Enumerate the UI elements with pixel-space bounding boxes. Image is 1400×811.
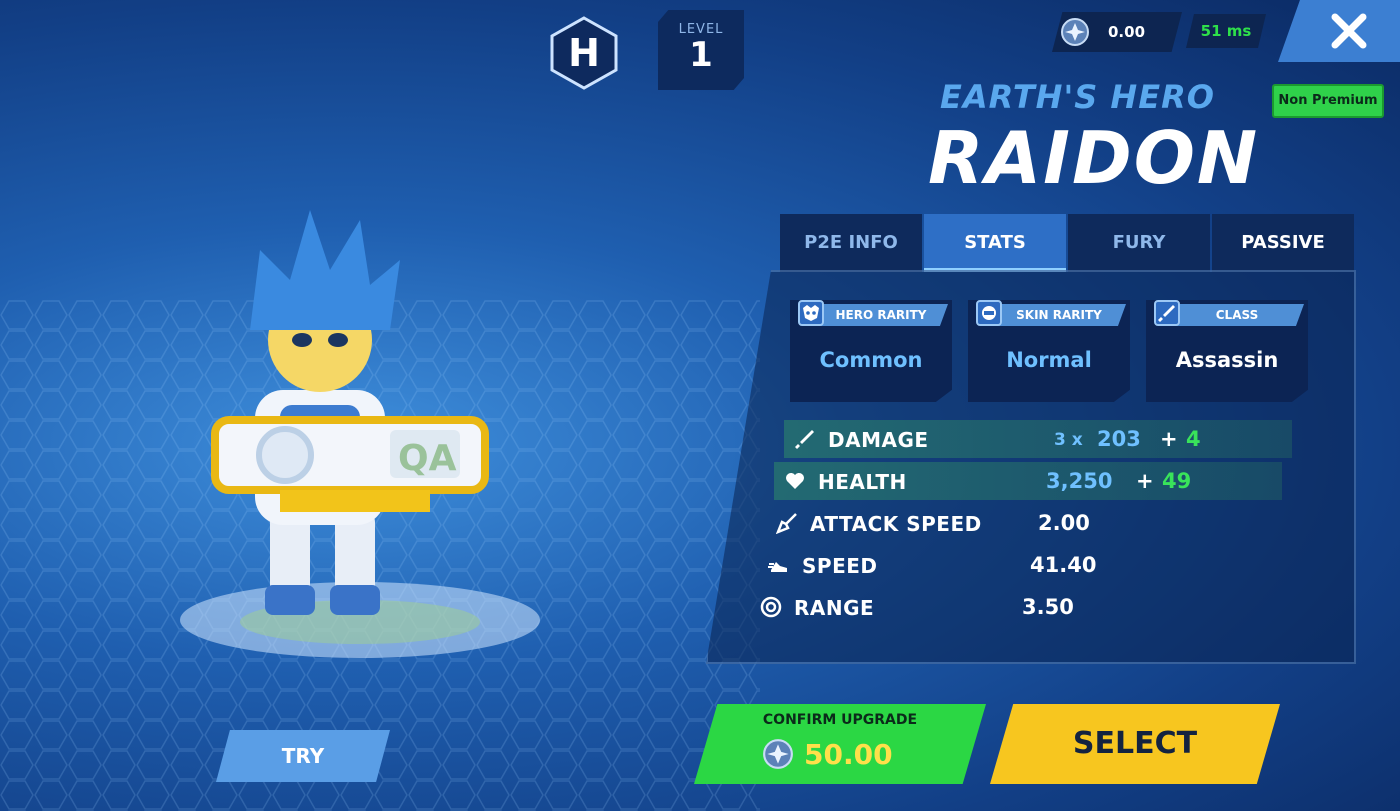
running-shoe-icon [768, 562, 787, 572]
confirm-upgrade-button[interactable]: CONFIRM UPGRADE 50.00 [694, 704, 986, 784]
ping-indicator: 51 ms [1186, 14, 1266, 48]
hero-mask-icon [798, 300, 824, 326]
skin-helmet-icon [976, 300, 1002, 326]
hero-rarity-value: Common [819, 348, 923, 372]
level-value: 1 [689, 35, 713, 75]
stat-row-range: RANGE 3.50 [750, 588, 1258, 626]
hero-rarity-heading: HERO RARITY [814, 304, 948, 326]
health-plus: + [1136, 469, 1154, 493]
tab-p2e-info[interactable]: P2E INFO [780, 214, 922, 272]
skin-rarity-card: SKIN RARITY Normal [968, 300, 1130, 402]
stat-row-health: HEALTH 3,250 + 49 [774, 462, 1282, 500]
attack-speed-value: 2.00 [1038, 511, 1090, 535]
currency-balance: 0.00 [1052, 12, 1182, 52]
stat-row-attack-speed: ATTACK SPEED 2.00 [766, 504, 1274, 542]
rank-letter: H [568, 31, 600, 75]
currency-value: 0.00 [1108, 23, 1146, 41]
rank-badge: H [546, 15, 622, 91]
non-premium-badge: Non Premium [1272, 84, 1384, 118]
try-button[interactable]: TRY [216, 730, 390, 782]
gem-coin-icon [763, 739, 793, 769]
tab-fury[interactable]: FURY [1068, 214, 1210, 272]
confirm-upgrade-label: CONFIRM UPGRADE [762, 712, 918, 728]
damage-multiplier: 3 x [1054, 430, 1083, 450]
class-heading: CLASS [1170, 304, 1304, 326]
tab-stats[interactable]: STATS [924, 214, 1066, 272]
svg-text:QA: QA [398, 438, 457, 479]
attack-speed-icon [776, 513, 797, 534]
damage-plus: + [1160, 427, 1178, 451]
target-icon [760, 596, 782, 618]
hero-subtitle: EARTH'S HERO [940, 78, 1215, 116]
stat-label-attack-speed: ATTACK SPEED [810, 512, 982, 536]
speed-value: 41.40 [1030, 553, 1097, 577]
damage-base: 203 [1097, 427, 1141, 451]
hero-name: RAIDON [928, 116, 1260, 200]
health-bonus: 49 [1162, 469, 1192, 493]
upgrade-cost: 50.00 [804, 738, 893, 771]
stat-label-damage: DAMAGE [828, 428, 929, 452]
stat-row-speed: SPEED 41.40 [758, 546, 1266, 584]
health-base: 3,250 [1046, 469, 1113, 493]
tab-bar: P2E INFO STATS FURY PASSIVE [780, 214, 1356, 272]
damage-bonus: 4 [1186, 427, 1201, 451]
gem-coin-icon [1061, 18, 1089, 46]
stat-row-damage: DAMAGE 3 x 203 + 4 [784, 420, 1292, 458]
class-value: Assassin [1175, 348, 1279, 372]
class-card: CLASS Assassin [1146, 300, 1308, 402]
range-value: 3.50 [1022, 595, 1074, 619]
tab-passive[interactable]: PASSIVE [1212, 214, 1354, 272]
sword-icon [795, 430, 814, 449]
close-icon [1331, 13, 1367, 49]
stat-label-range: RANGE [794, 596, 875, 620]
sword-icon [1154, 300, 1180, 326]
heart-icon [786, 473, 804, 489]
level-box: LEVEL 1 [658, 10, 744, 90]
skin-rarity-heading: SKIN RARITY [992, 304, 1126, 326]
stat-label-speed: SPEED [802, 554, 878, 578]
skin-rarity-value: Normal [1006, 348, 1092, 372]
stat-label-health: HEALTH [818, 470, 907, 494]
hero-rarity-card: HERO RARITY Common [790, 300, 952, 402]
hero-character-image: QA [180, 210, 540, 658]
select-button[interactable]: SELECT [990, 704, 1280, 784]
